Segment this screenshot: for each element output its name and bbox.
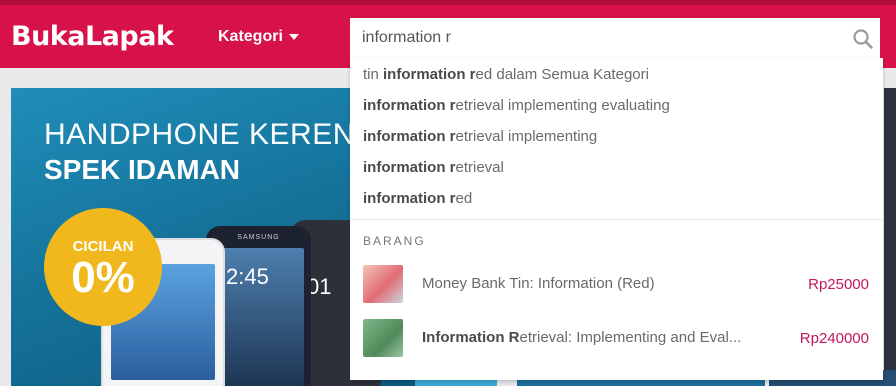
suggestion-item[interactable]: information retrieval <box>363 159 504 176</box>
search-input[interactable] <box>362 26 822 50</box>
phone-time-text: 2:45 <box>226 264 269 289</box>
caret-down-icon <box>288 34 299 40</box>
product-price: Rp25000 <box>808 276 869 293</box>
suggestion-item[interactable]: information retrieval implementing evalu… <box>363 97 670 114</box>
product-thumbnail <box>363 319 403 357</box>
dropdown-divider <box>350 219 883 220</box>
product-result-item[interactable]: Information Retrieval: Implementing and … <box>350 313 883 363</box>
category-menu-label: Kategori <box>218 28 283 45</box>
installment-badge: CICILAN 0% <box>44 208 162 326</box>
banner-subheadline: SPEK IDAMAN <box>44 154 241 185</box>
banner-headline: HANDPHONE KEREN <box>44 118 355 151</box>
product-price: Rp240000 <box>799 330 869 347</box>
product-name: Information Retrieval: Implementing and … <box>422 329 742 346</box>
suggestion-item[interactable]: information retrieval implementing <box>363 128 597 145</box>
product-result-item[interactable]: Money Bank Tin: Information (Red) Rp2500… <box>350 259 883 309</box>
side-promo-card[interactable] <box>884 88 896 386</box>
products-section-label: BARANG <box>363 234 426 248</box>
product-name: Money Bank Tin: Information (Red) <box>422 275 655 292</box>
suggestion-item[interactable]: tin information red dalam Semua Kategori <box>363 66 649 83</box>
topbar-edge <box>0 0 896 5</box>
suggestion-item[interactable]: information red <box>363 190 472 207</box>
badge-value: 0% <box>71 253 135 302</box>
phone-brand-text: SAMSUNG <box>237 234 280 241</box>
search-icon[interactable] <box>852 28 874 50</box>
bukalapak-logo[interactable]: BukaLapak <box>11 21 174 53</box>
category-menu-button[interactable]: Kategori <box>218 28 299 46</box>
search-bar <box>350 18 880 59</box>
search-suggestions-dropdown: tin information red dalam Semua Kategori… <box>350 58 883 380</box>
product-thumbnail <box>363 265 403 303</box>
